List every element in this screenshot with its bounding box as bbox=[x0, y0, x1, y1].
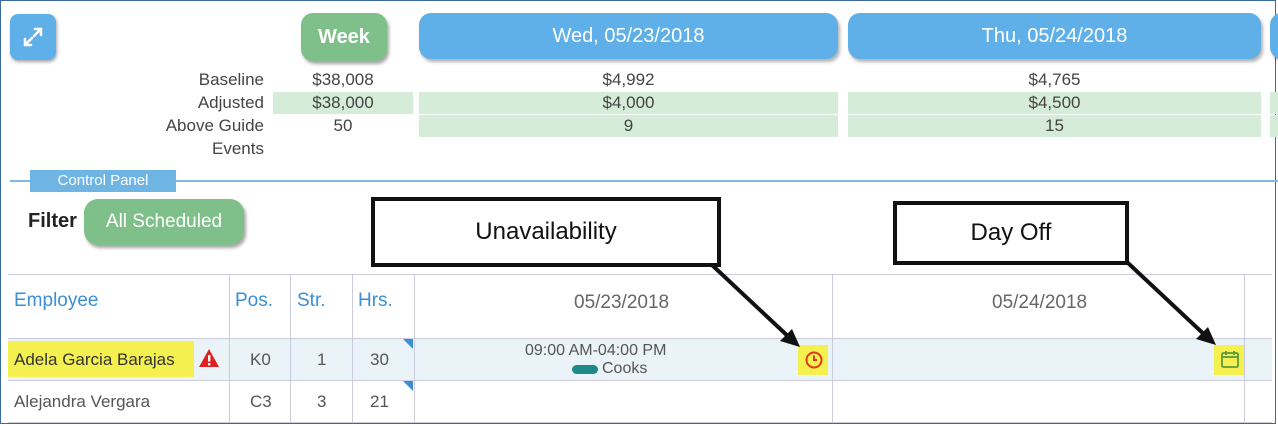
day-off-callout: Day Off bbox=[893, 201, 1129, 265]
unavailability-callout: Unavailability bbox=[371, 197, 721, 267]
